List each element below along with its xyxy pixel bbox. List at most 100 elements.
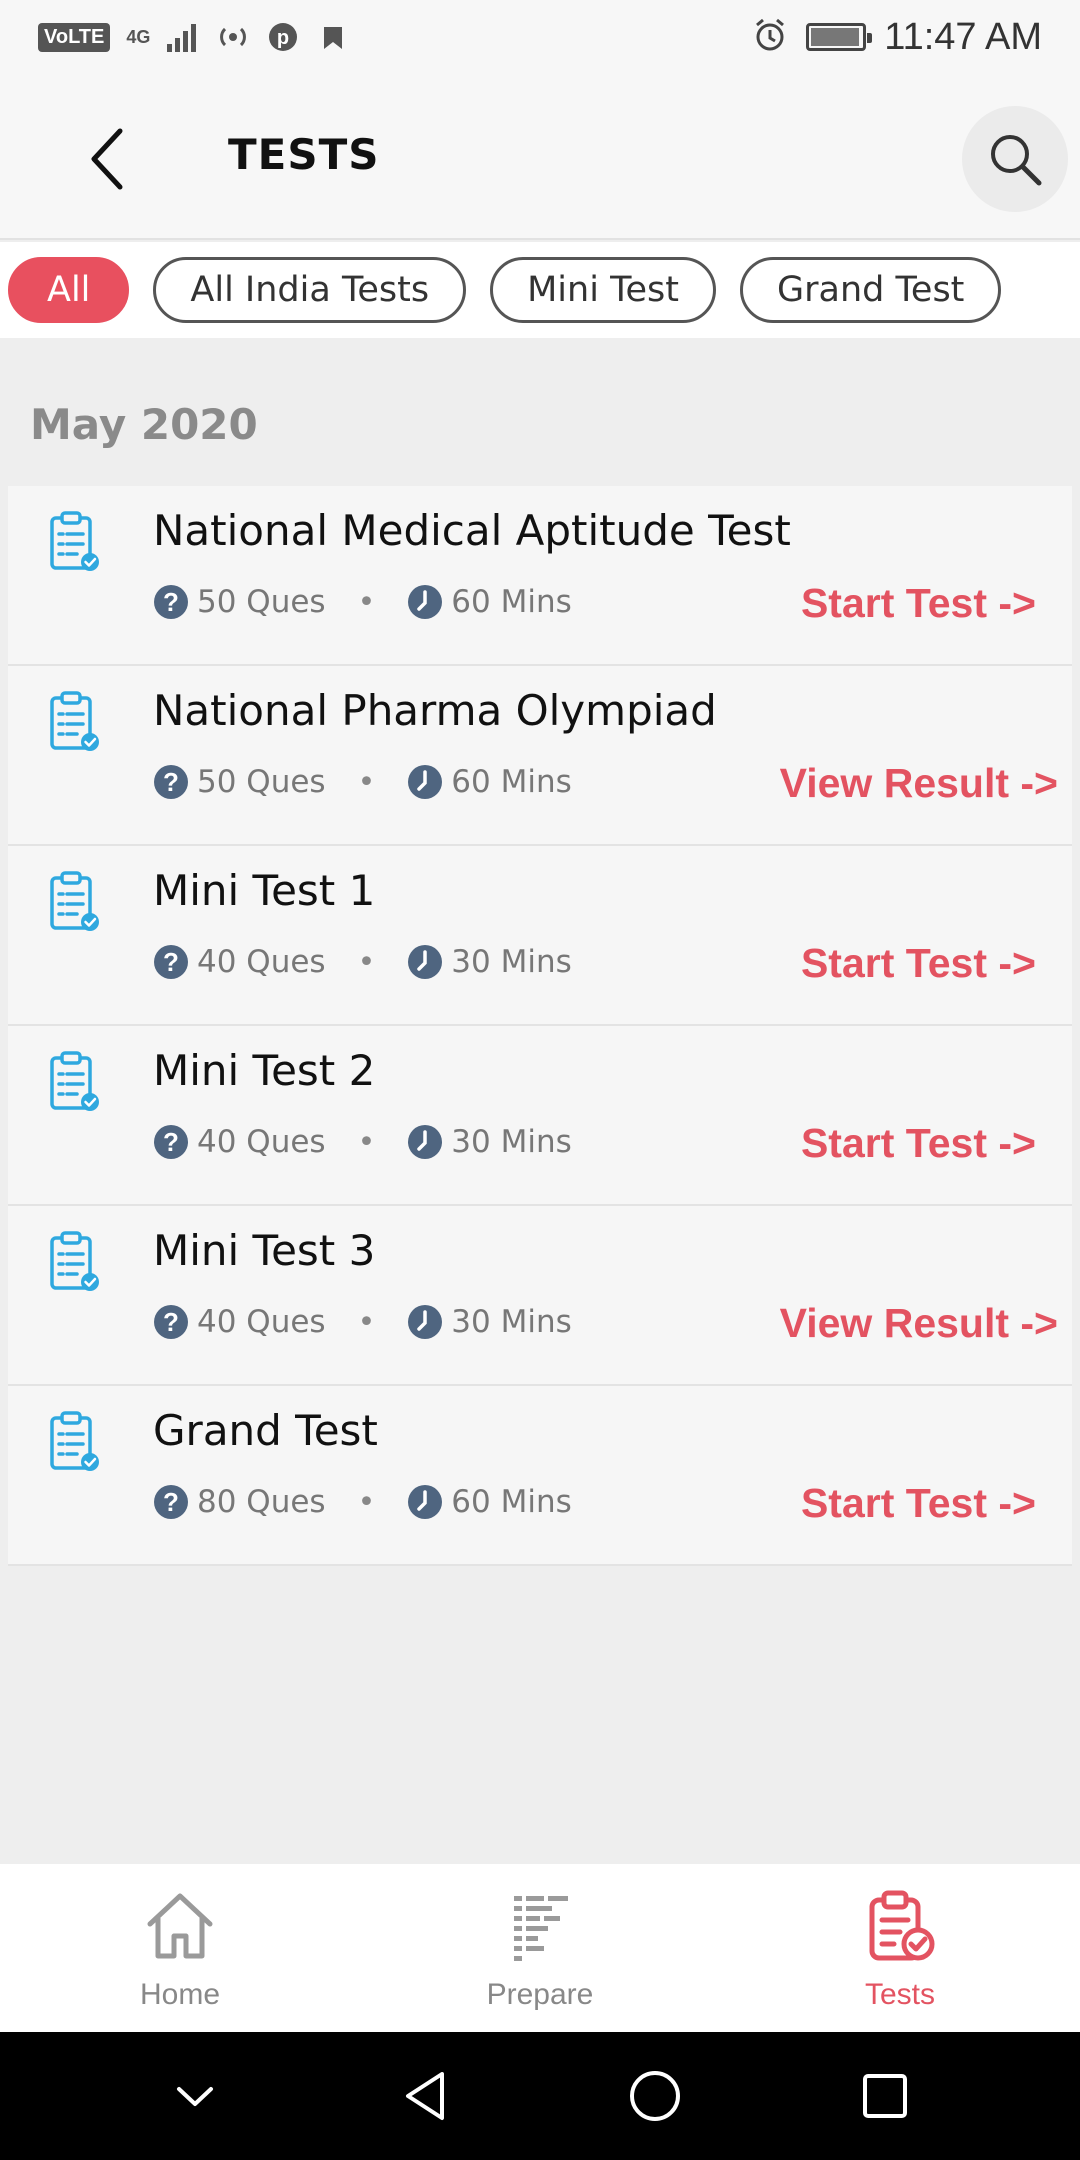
triangle-back-icon xyxy=(406,2072,444,2120)
separator-dot: • xyxy=(357,584,376,620)
search-icon xyxy=(991,135,1042,186)
separator-dot: • xyxy=(357,944,376,980)
nav-item-home[interactable]: Home xyxy=(0,1864,360,2032)
test-action-link[interactable]: Start Test -> xyxy=(801,1480,1036,1527)
svg-text:?: ? xyxy=(163,1127,179,1157)
question-count: 80 Ques xyxy=(197,1484,326,1520)
clipboard-check-icon xyxy=(50,1051,99,1111)
nav-item-prepare[interactable]: Prepare xyxy=(360,1864,720,2032)
prepare-icon xyxy=(514,1896,568,1961)
question-count: 40 Ques xyxy=(197,1124,326,1160)
clock-icon xyxy=(408,1305,443,1339)
system-nav-bar xyxy=(0,2032,1080,2160)
filter-bar: All All India Tests Mini Test Grand Test xyxy=(0,242,1080,338)
home-icon xyxy=(147,1893,213,1959)
separator-dot: • xyxy=(357,764,376,800)
test-action-link[interactable]: Start Test -> xyxy=(801,580,1036,627)
status-bar: VoLTE 4G p 11:47 AM xyxy=(0,0,1080,74)
clipboard-check-icon xyxy=(50,1231,99,1291)
test-meta: ? 80 Ques • 60 Mins xyxy=(153,1484,572,1520)
separator-dot: • xyxy=(357,1484,376,1520)
clock-icon xyxy=(408,765,443,799)
clock: 11:47 AM xyxy=(884,15,1042,58)
chevron-down-icon xyxy=(177,2087,213,2106)
back-button[interactable] xyxy=(78,124,138,194)
search-button[interactable] xyxy=(962,106,1068,212)
volte-indicator: VoLTE xyxy=(38,22,111,52)
test-card[interactable]: National Pharma Olympiad? 50 Ques • 60 Mins… xyxy=(8,666,1072,846)
test-action-link[interactable]: Start Test -> xyxy=(801,1120,1036,1167)
svg-text:?: ? xyxy=(163,1307,179,1337)
test-card[interactable]: Mini Test 1? 40 Ques • 30 Mins Start Test -> xyxy=(8,846,1072,1026)
month-heading: May 2020 xyxy=(30,400,258,449)
clipboard-check-icon xyxy=(50,1411,99,1471)
clock-icon xyxy=(408,585,443,619)
question-count: 40 Ques xyxy=(197,944,326,980)
clock-icon xyxy=(408,945,443,979)
test-card[interactable]: National Medical Aptitude Test? 50 Ques • 6… xyxy=(8,486,1072,666)
question-icon: ? xyxy=(154,585,188,619)
nav-label-home: Home xyxy=(139,1978,221,2011)
question-icon: ? xyxy=(154,1485,188,1519)
svg-text:?: ? xyxy=(163,587,179,617)
svg-text:?: ? xyxy=(163,1487,179,1517)
test-list: National Medical Aptitude Test? 50 Ques • 6… xyxy=(8,486,1072,1566)
app-toolbar: TESTS xyxy=(0,74,1080,240)
test-action-link[interactable]: View Result -> xyxy=(780,1300,1058,1347)
svg-text:p: p xyxy=(277,27,289,49)
clipboard-check-icon xyxy=(50,691,99,751)
test-meta: ? 50 Ques • 60 Mins xyxy=(153,764,572,800)
system-recents-button[interactable] xyxy=(850,2061,920,2131)
duration: 30 Mins xyxy=(451,1304,572,1340)
clock-icon xyxy=(408,1485,443,1519)
hotspot-icon xyxy=(216,20,250,54)
question-icon: ? xyxy=(154,945,188,979)
page-title: TESTS xyxy=(228,130,380,179)
test-card[interactable]: Grand Test? 80 Ques • 60 Mins Start Test -> xyxy=(8,1386,1072,1566)
system-back-button[interactable] xyxy=(390,2061,460,2131)
battery-icon xyxy=(806,23,873,51)
filter-chip-all-india-tests[interactable]: All India Tests xyxy=(153,257,467,323)
tests-icon xyxy=(869,1890,935,1961)
clipboard-check-icon xyxy=(50,511,99,571)
duration: 60 Mins xyxy=(451,584,572,620)
signal-icon xyxy=(166,20,200,54)
test-meta: ? 40 Ques • 30 Mins xyxy=(153,1124,572,1160)
question-count: 40 Ques xyxy=(197,1304,326,1340)
test-name: Grand Test xyxy=(153,1406,378,1455)
bottom-nav: Home Prepare Tests xyxy=(0,1864,1080,2032)
svg-text:?: ? xyxy=(163,767,179,797)
network-type: 4G xyxy=(126,26,151,47)
test-name: National Medical Aptitude Test xyxy=(153,506,791,555)
test-action-link[interactable]: View Result -> xyxy=(780,760,1058,807)
nav-item-tests[interactable]: Tests xyxy=(720,1864,1080,2032)
clock-icon xyxy=(408,1125,443,1159)
test-name: Mini Test 2 xyxy=(153,1046,376,1095)
filter-chip-mini-test[interactable]: Mini Test xyxy=(490,257,716,323)
circle-home-icon xyxy=(630,2071,680,2121)
test-card[interactable]: Mini Test 3? 40 Ques • 30 Mins View Result -… xyxy=(8,1206,1072,1386)
clipboard-check-icon xyxy=(50,871,99,931)
duration: 60 Mins xyxy=(451,764,572,800)
test-meta: ? 40 Ques • 30 Mins xyxy=(153,1304,572,1340)
test-action-link[interactable]: Start Test -> xyxy=(801,940,1036,987)
test-card[interactable]: Mini Test 2? 40 Ques • 30 Mins Start Test -> xyxy=(8,1026,1072,1206)
system-home-button[interactable] xyxy=(620,2061,690,2131)
alarm-icon xyxy=(752,17,788,58)
filter-chip-grand-test[interactable]: Grand Test xyxy=(740,257,1002,323)
square-recents-icon xyxy=(863,2074,907,2118)
test-name: Mini Test 3 xyxy=(153,1226,376,1275)
filter-chip-all[interactable]: All xyxy=(8,257,130,323)
nav-label-tests: Tests xyxy=(864,1978,936,2011)
test-name: Mini Test 1 xyxy=(153,866,376,915)
pinterest-icon: p xyxy=(266,20,300,54)
duration: 60 Mins xyxy=(451,1484,572,1520)
question-icon: ? xyxy=(154,765,188,799)
question-icon: ? xyxy=(154,1305,188,1339)
duration: 30 Mins xyxy=(451,1124,572,1160)
question-count: 50 Ques xyxy=(197,764,326,800)
hide-keyboard-button[interactable] xyxy=(160,2061,230,2131)
test-name: National Pharma Olympiad xyxy=(153,686,717,735)
chevron-left-icon xyxy=(91,128,123,190)
test-meta: ? 40 Ques • 30 Mins xyxy=(153,944,572,980)
